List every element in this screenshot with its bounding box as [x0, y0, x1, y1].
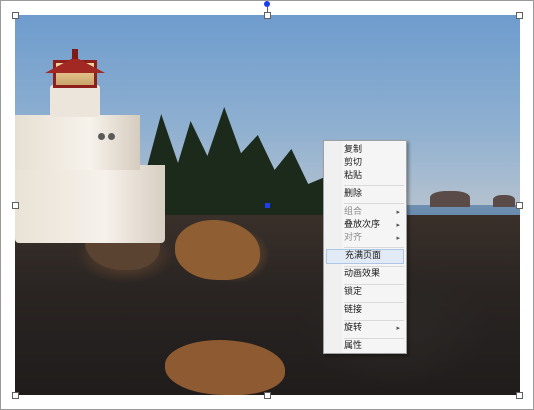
- menu-item-rotate[interactable]: 旋转 ▸: [326, 321, 404, 336]
- menu-item-properties[interactable]: 属性: [326, 339, 404, 354]
- lighthouse-gallery: [50, 85, 100, 117]
- island: [493, 195, 515, 207]
- menu-item-align[interactable]: 对齐 ▸: [326, 231, 404, 246]
- window: [98, 133, 105, 140]
- rotation-handle[interactable]: [264, 1, 270, 7]
- lighthouse-base: [15, 165, 165, 243]
- resize-handle-bottom-right[interactable]: [516, 392, 523, 399]
- menu-item-lock[interactable]: 锁定: [326, 285, 404, 300]
- resize-handle-left[interactable]: [12, 202, 19, 209]
- sunlit-rock: [175, 220, 260, 280]
- menu-separator: [344, 185, 404, 186]
- center-point: [265, 203, 270, 208]
- island: [430, 191, 470, 207]
- context-menu: 复制 剪切 粘贴 删除 组合 ▸ 叠放次序 ▸ 对齐 ▸ 充满页面 动画效果 锁定 链…: [323, 140, 407, 354]
- menu-separator: [344, 247, 404, 248]
- resize-handle-top-right[interactable]: [516, 12, 523, 19]
- submenu-arrow-icon: ▸: [396, 324, 400, 332]
- sunlit-rock: [165, 340, 285, 395]
- submenu-arrow-icon: ▸: [396, 234, 400, 242]
- menu-item-link[interactable]: 链接: [326, 303, 404, 318]
- menu-item-fill-page[interactable]: 充满页面: [326, 249, 404, 264]
- menu-item-paste[interactable]: 粘贴: [326, 169, 404, 184]
- lighthouse-finial: [72, 49, 78, 59]
- lighthouse-tower: [15, 115, 140, 170]
- resize-handle-bottom-left[interactable]: [12, 392, 19, 399]
- lighthouse-roof: [45, 57, 105, 73]
- menu-item-delete[interactable]: 删除: [326, 187, 404, 202]
- menu-item-animation[interactable]: 动画效果: [326, 267, 404, 282]
- resize-handle-top-left[interactable]: [12, 12, 19, 19]
- resize-handle-bottom[interactable]: [264, 392, 271, 399]
- resize-handle-right[interactable]: [516, 202, 523, 209]
- window: [108, 133, 115, 140]
- resize-handle-top[interactable]: [264, 12, 271, 19]
- menu-separator: [344, 203, 404, 204]
